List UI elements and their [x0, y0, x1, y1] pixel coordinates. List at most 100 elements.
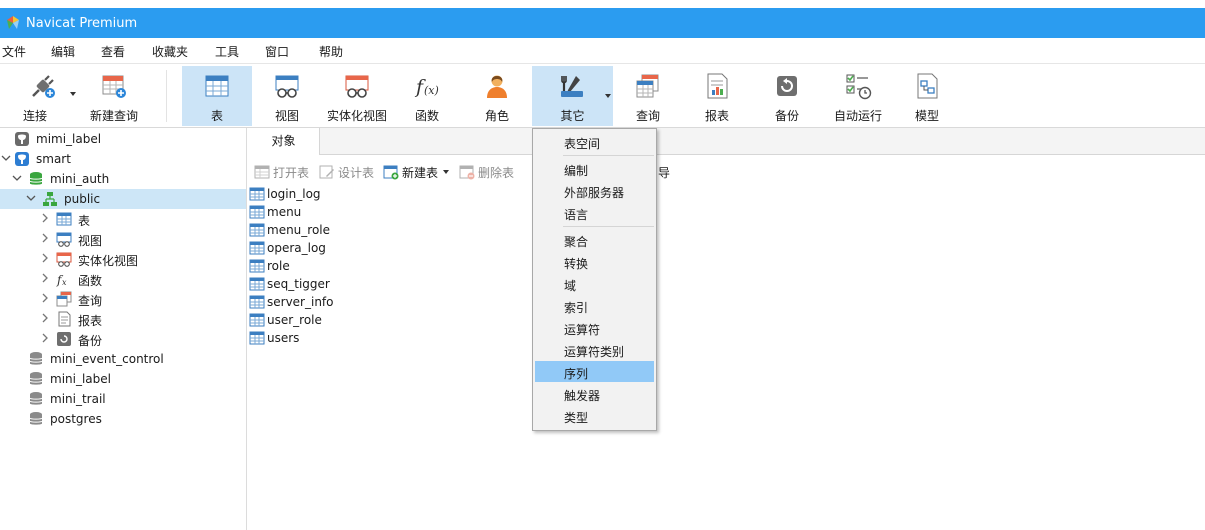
object-name: opera_log: [267, 241, 326, 255]
design-table-button[interactable]: 设计表: [319, 163, 374, 181]
menu-item-compile[interactable]: 编制: [535, 158, 654, 179]
menu-item-type[interactable]: 类型: [535, 405, 654, 426]
window-title: Navicat Premium: [26, 15, 138, 31]
tree-item-postgres-database[interactable]: postgres: [0, 409, 246, 429]
chevron-down-icon[interactable]: [12, 173, 22, 183]
list-item[interactable]: users: [249, 329, 489, 347]
tree-item-reports[interactable]: 报表: [0, 309, 246, 329]
view-button[interactable]: 视图: [254, 66, 320, 126]
chevron-down-icon[interactable]: [1, 153, 11, 163]
role-button[interactable]: 角色: [462, 66, 532, 126]
report-button[interactable]: 报表: [684, 66, 750, 126]
menu-favorites[interactable]: 收藏夹: [152, 43, 188, 60]
list-item[interactable]: seq_tigger: [249, 275, 489, 293]
materialized-view-icon: [56, 252, 72, 267]
list-item[interactable]: user_role: [249, 311, 489, 329]
materialized-view-label: 实体化视图: [326, 109, 387, 123]
menu-item-tablespace[interactable]: 表空间: [535, 131, 654, 152]
user-role-icon: [487, 75, 507, 98]
list-item[interactable]: server_info: [249, 293, 489, 311]
menu-item-domain[interactable]: 域: [535, 273, 654, 294]
list-item[interactable]: menu_role: [249, 221, 489, 239]
tree-item-mini-trail-database[interactable]: mini_trail: [0, 389, 246, 409]
list-item[interactable]: opera_log: [249, 239, 489, 257]
new-query-label: 新建查询: [89, 109, 138, 123]
tree-item-mini-auth-database[interactable]: mini_auth: [0, 169, 246, 189]
backup-label: 备份: [774, 109, 799, 123]
menu-view[interactable]: 查看: [101, 43, 125, 60]
database-icon: [29, 352, 43, 365]
query-label: 查询: [635, 109, 660, 123]
query-icon: [56, 291, 72, 307]
query-button[interactable]: 查询: [615, 66, 681, 126]
other-dropdown-icon[interactable]: [605, 94, 611, 98]
chevron-right-icon[interactable]: [40, 253, 50, 263]
menu-file[interactable]: 文件: [2, 43, 26, 60]
chevron-right-icon[interactable]: [40, 333, 50, 343]
menu-item-operator[interactable]: 运算符: [535, 317, 654, 338]
menu-tools[interactable]: 工具: [215, 43, 239, 60]
connect-button[interactable]: 连接: [8, 66, 78, 126]
menu-item-operator-class[interactable]: 运算符类别: [535, 339, 654, 360]
tree-item-backups[interactable]: 备份: [0, 329, 246, 349]
new-table-dropdown-icon[interactable]: [443, 170, 450, 174]
menu-item-conversion[interactable]: 转换: [535, 251, 654, 272]
function-icon: f x: [56, 273, 67, 287]
menu-item-language[interactable]: 语言: [535, 202, 654, 223]
model-label: 模型: [914, 109, 939, 123]
view-icon: [275, 75, 299, 98]
list-item[interactable]: login_log: [249, 185, 489, 203]
backup-button[interactable]: 备份: [754, 66, 820, 126]
tree-item-queries[interactable]: 查询: [0, 289, 246, 309]
tree-item-views[interactable]: 视图: [0, 229, 246, 249]
delete-table-button[interactable]: 删除表: [459, 163, 514, 181]
database-icon: [29, 372, 43, 385]
menu-item-trigger[interactable]: 触发器: [535, 383, 654, 404]
chevron-down-icon[interactable]: [26, 193, 36, 203]
tree-item-public-schema[interactable]: public: [0, 189, 246, 209]
open-table-button[interactable]: 打开表: [254, 163, 309, 181]
menu-help[interactable]: 帮助: [319, 43, 343, 60]
tree-item-mimi-label-connection[interactable]: mimi_label: [0, 129, 246, 149]
tree-label: 表: [78, 214, 91, 228]
view-icon: [56, 232, 72, 247]
function-button[interactable]: f (x) 函数: [394, 66, 460, 126]
export-button-partial[interactable]: 导: [658, 163, 670, 181]
materialized-view-button[interactable]: 实体化视图: [322, 66, 392, 126]
tree-item-smart-connection[interactable]: smart: [0, 149, 246, 169]
list-item[interactable]: role: [249, 257, 489, 275]
tree-item-materialized-views[interactable]: 实体化视图: [0, 249, 246, 269]
connect-dropdown-icon[interactable]: [70, 92, 76, 96]
model-button[interactable]: 模型: [894, 66, 960, 126]
menu-item-sequence[interactable]: 序列: [535, 361, 654, 382]
menu-item-label: 索引: [564, 301, 589, 315]
menu-window[interactable]: 窗口: [265, 43, 289, 60]
tab-objects[interactable]: 对象: [248, 128, 320, 155]
chevron-right-icon[interactable]: [40, 313, 50, 323]
menu-item-foreign-server[interactable]: 外部服务器: [535, 180, 654, 201]
menu-edit[interactable]: 编辑: [51, 43, 75, 60]
menu-item-label: 序列: [564, 367, 589, 381]
table-icon: [249, 331, 265, 345]
new-table-label: 新建表: [402, 165, 439, 180]
tree-item-mini-event-control-database[interactable]: mini_event_control: [0, 349, 246, 369]
query-icon: [636, 74, 659, 98]
menu-item-index[interactable]: 索引: [535, 295, 654, 316]
chevron-right-icon[interactable]: [40, 293, 50, 303]
table-icon: [249, 295, 265, 309]
new-table-button[interactable]: 新建表: [383, 163, 450, 181]
other-button[interactable]: 其它: [532, 66, 613, 126]
database-icon: [29, 392, 43, 405]
menu-item-label: 触发器: [564, 389, 601, 403]
chevron-right-icon[interactable]: [40, 273, 50, 283]
table-button[interactable]: 表: [182, 66, 252, 126]
tree-item-tables[interactable]: 表: [0, 209, 246, 229]
auto-run-button[interactable]: 自动运行: [824, 66, 892, 126]
tree-item-functions[interactable]: f x 函数: [0, 269, 246, 289]
chevron-right-icon[interactable]: [40, 233, 50, 243]
new-query-button[interactable]: 新建查询: [82, 66, 146, 126]
tree-item-mini-label-database[interactable]: mini_label: [0, 369, 246, 389]
menu-item-aggregate[interactable]: 聚合: [535, 229, 654, 250]
chevron-right-icon[interactable]: [40, 213, 50, 223]
list-item[interactable]: menu: [249, 203, 489, 221]
